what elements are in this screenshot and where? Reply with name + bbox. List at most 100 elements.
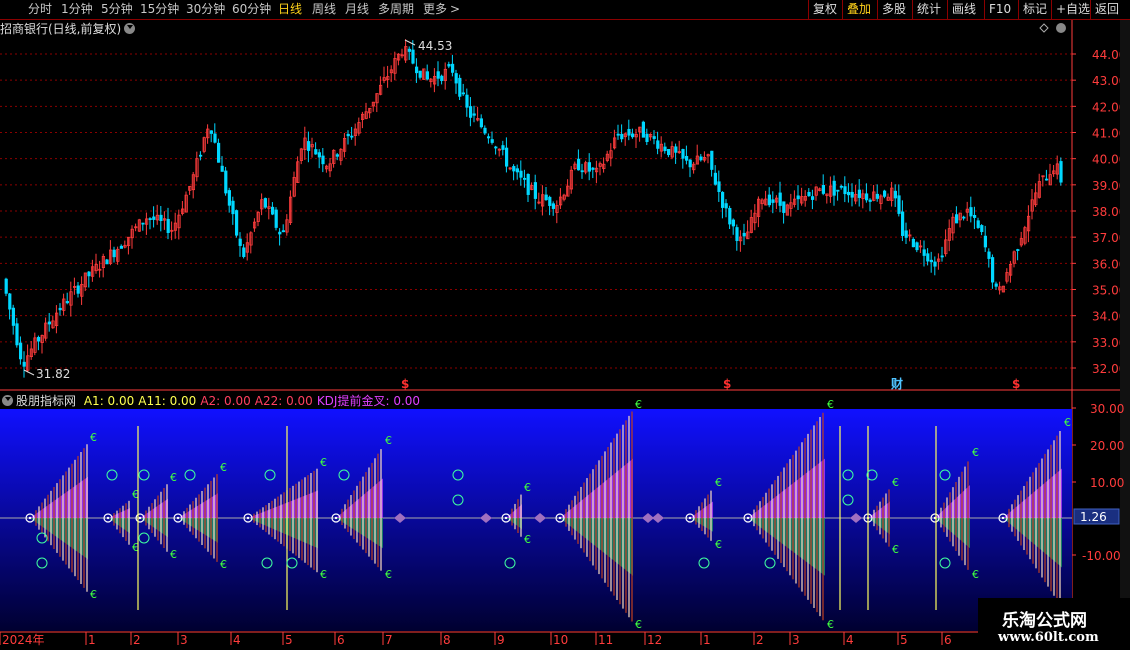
candle bbox=[911, 237, 916, 248]
candle bbox=[267, 197, 271, 220]
signal-arrow: € bbox=[320, 568, 327, 581]
candle-body bbox=[519, 170, 523, 178]
candle bbox=[234, 209, 239, 238]
candle-body bbox=[4, 278, 8, 294]
signal-dot bbox=[558, 516, 562, 520]
candle-body bbox=[234, 210, 239, 236]
candle bbox=[620, 124, 624, 143]
candle-body bbox=[346, 133, 350, 137]
time-axis-label: 8 bbox=[443, 633, 451, 647]
candle bbox=[929, 251, 934, 273]
candle-body bbox=[11, 307, 15, 326]
signal-arrow: € bbox=[385, 434, 392, 447]
candle bbox=[472, 105, 476, 123]
candle bbox=[342, 132, 347, 158]
candle bbox=[659, 136, 664, 158]
candle-body bbox=[591, 167, 595, 170]
candle-body bbox=[454, 73, 458, 84]
candle-body bbox=[533, 182, 538, 199]
event-marker: 财 bbox=[890, 376, 903, 391]
candle-body bbox=[778, 192, 782, 206]
candle bbox=[973, 206, 977, 230]
candle-body bbox=[641, 121, 646, 138]
candle-body bbox=[1045, 178, 1049, 181]
candle bbox=[674, 143, 678, 164]
candle bbox=[829, 176, 833, 203]
candle bbox=[893, 184, 898, 207]
event-marker: $ bbox=[401, 377, 409, 391]
candle bbox=[998, 281, 1002, 295]
signal-dot bbox=[746, 516, 750, 520]
chart-canvas[interactable]: 44.0043.0042.0041.0040.0039.0038.0037.00… bbox=[0, 0, 1130, 650]
candle bbox=[249, 231, 253, 254]
candle-body bbox=[832, 180, 836, 196]
candle-body bbox=[47, 321, 52, 325]
candle bbox=[713, 165, 718, 186]
candle bbox=[915, 241, 919, 253]
candle-body bbox=[983, 235, 988, 248]
signal-arrow: € bbox=[972, 446, 979, 459]
scrollbar bbox=[1120, 20, 1130, 632]
candle bbox=[483, 125, 487, 135]
candle-body bbox=[1059, 161, 1063, 183]
candle bbox=[155, 204, 159, 225]
candle-body bbox=[674, 146, 678, 153]
candle-body bbox=[667, 149, 671, 156]
candle bbox=[721, 191, 725, 219]
signal-dot bbox=[176, 516, 180, 520]
candle bbox=[414, 58, 419, 83]
signal-arrow: € bbox=[892, 476, 899, 489]
candlesticks bbox=[4, 39, 1063, 378]
candle-body bbox=[523, 177, 527, 180]
candle-body bbox=[893, 190, 898, 199]
candle-body bbox=[836, 189, 840, 192]
candle bbox=[180, 201, 185, 216]
candle bbox=[407, 46, 412, 60]
candle-body bbox=[915, 242, 919, 251]
candle bbox=[857, 179, 862, 207]
candle bbox=[919, 240, 923, 253]
candle bbox=[699, 153, 703, 162]
candle-body bbox=[436, 71, 440, 79]
candle-body bbox=[227, 190, 231, 206]
candle bbox=[728, 205, 732, 229]
candle bbox=[785, 203, 790, 216]
candle-body bbox=[317, 152, 322, 158]
candle-body bbox=[148, 218, 152, 220]
candle bbox=[44, 317, 48, 341]
candle bbox=[368, 107, 372, 119]
candle bbox=[631, 128, 635, 139]
candle bbox=[263, 197, 268, 209]
candle bbox=[955, 206, 959, 224]
candle bbox=[1041, 175, 1045, 187]
candle-body bbox=[577, 158, 581, 171]
candle-body bbox=[721, 191, 725, 208]
candle-body bbox=[901, 211, 905, 236]
time-axis-label: 6 bbox=[944, 633, 952, 647]
candle bbox=[850, 183, 854, 207]
candle-body bbox=[839, 185, 844, 188]
candle bbox=[573, 161, 577, 171]
candle bbox=[886, 193, 890, 202]
candle bbox=[814, 186, 818, 201]
candle bbox=[897, 184, 901, 217]
time-axis-label: 4 bbox=[846, 633, 854, 647]
candle bbox=[641, 120, 646, 138]
candle bbox=[281, 224, 286, 233]
candle bbox=[692, 161, 696, 174]
signal-dot bbox=[504, 516, 508, 520]
candle-body bbox=[713, 172, 718, 185]
candle-body bbox=[883, 190, 887, 197]
candle bbox=[962, 215, 966, 221]
indicator-y-tick-label: 30.00 bbox=[1090, 402, 1124, 416]
candle bbox=[591, 166, 595, 179]
candle bbox=[980, 224, 984, 236]
candle bbox=[1059, 157, 1063, 186]
candle bbox=[33, 332, 37, 356]
candle bbox=[51, 315, 55, 329]
candle bbox=[1016, 248, 1020, 261]
candle bbox=[994, 281, 998, 290]
candle bbox=[958, 212, 962, 228]
candle-body bbox=[904, 230, 908, 238]
candle bbox=[515, 164, 520, 180]
